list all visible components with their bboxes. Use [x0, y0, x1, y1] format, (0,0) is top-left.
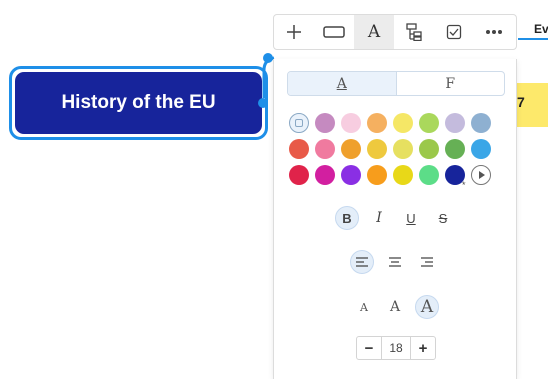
tab-text-fill-label: A [336, 75, 347, 92]
color-swatch[interactable] [341, 165, 361, 185]
font-size-small-button[interactable]: A [352, 295, 376, 319]
align-right-icon [421, 257, 433, 267]
more-icon [486, 30, 502, 34]
partial-yellow-topic[interactable]: 7 [513, 83, 548, 127]
tab-font-label: F [445, 75, 456, 92]
color-swatch[interactable] [445, 113, 465, 133]
font-size-value[interactable]: 18 [382, 337, 410, 359]
bold-button[interactable]: B [335, 206, 359, 230]
underline-button[interactable]: U [399, 206, 423, 230]
structure-button[interactable] [394, 15, 434, 49]
color-swatch[interactable] [445, 139, 465, 159]
color-swatch[interactable] [393, 139, 413, 159]
style-tabs: A F [287, 71, 505, 96]
font-size-medium-button[interactable]: A [383, 295, 407, 319]
add-icon [287, 25, 301, 39]
partial-yellow-topic-text: 7 [517, 94, 525, 110]
align-right-button[interactable] [415, 250, 439, 274]
partial-topic-label[interactable]: Ev [534, 22, 548, 36]
italic-button[interactable]: I [367, 206, 391, 230]
color-swatch[interactable] [289, 165, 309, 185]
font-size-stepper: − 18 + [356, 336, 436, 360]
partial-topic-underline [518, 38, 548, 40]
color-swatch[interactable] [419, 139, 439, 159]
color-swatch[interactable] [367, 113, 387, 133]
strikethrough-button[interactable]: S [431, 206, 455, 230]
tab-font[interactable]: F [397, 72, 505, 95]
align-center-button[interactable] [383, 250, 407, 274]
font-size-increase-button[interactable]: + [410, 337, 435, 359]
font-size-decrease-button[interactable]: − [357, 337, 382, 359]
color-swatch[interactable] [341, 113, 361, 133]
color-swatch[interactable] [367, 165, 387, 185]
more-button[interactable] [474, 15, 514, 49]
color-swatch[interactable] [315, 139, 335, 159]
color-swatch[interactable] [419, 113, 439, 133]
selected-color-marker: * [462, 180, 466, 190]
task-button[interactable] [434, 15, 474, 49]
tab-text-fill[interactable]: A [288, 72, 397, 95]
text-style-button[interactable]: A [354, 15, 394, 49]
add-button[interactable] [274, 15, 314, 49]
more-colors-button[interactable] [471, 165, 491, 185]
central-topic[interactable]: History of the EU [15, 72, 262, 134]
structure-icon [406, 23, 422, 41]
color-swatch[interactable] [419, 165, 439, 185]
shape-icon [323, 26, 345, 38]
play-icon [479, 171, 485, 179]
floating-toolbar: A [273, 14, 517, 50]
no-color-swatch[interactable] [289, 113, 309, 133]
align-center-icon [389, 257, 401, 267]
color-swatch[interactable] [393, 165, 413, 185]
color-swatch[interactable] [315, 113, 335, 133]
task-checkbox-icon [446, 24, 462, 40]
central-topic-text: History of the EU [61, 92, 216, 113]
color-swatch[interactable] [367, 139, 387, 159]
shape-button[interactable] [314, 15, 354, 49]
color-swatch[interactable] [393, 113, 413, 133]
align-left-button[interactable] [350, 250, 374, 274]
align-left-icon [356, 257, 368, 267]
color-swatch[interactable] [341, 139, 361, 159]
text-style-panel: A F * B I U S A A A − 18 + [273, 59, 517, 379]
font-size-large-button[interactable]: A [415, 295, 439, 319]
color-swatch[interactable] [289, 139, 309, 159]
topic-right-handle[interactable] [258, 98, 268, 108]
color-swatch[interactable] [315, 165, 335, 185]
color-swatch[interactable] [471, 139, 491, 159]
color-swatch[interactable] [471, 113, 491, 133]
text-style-icon: A [367, 22, 381, 42]
